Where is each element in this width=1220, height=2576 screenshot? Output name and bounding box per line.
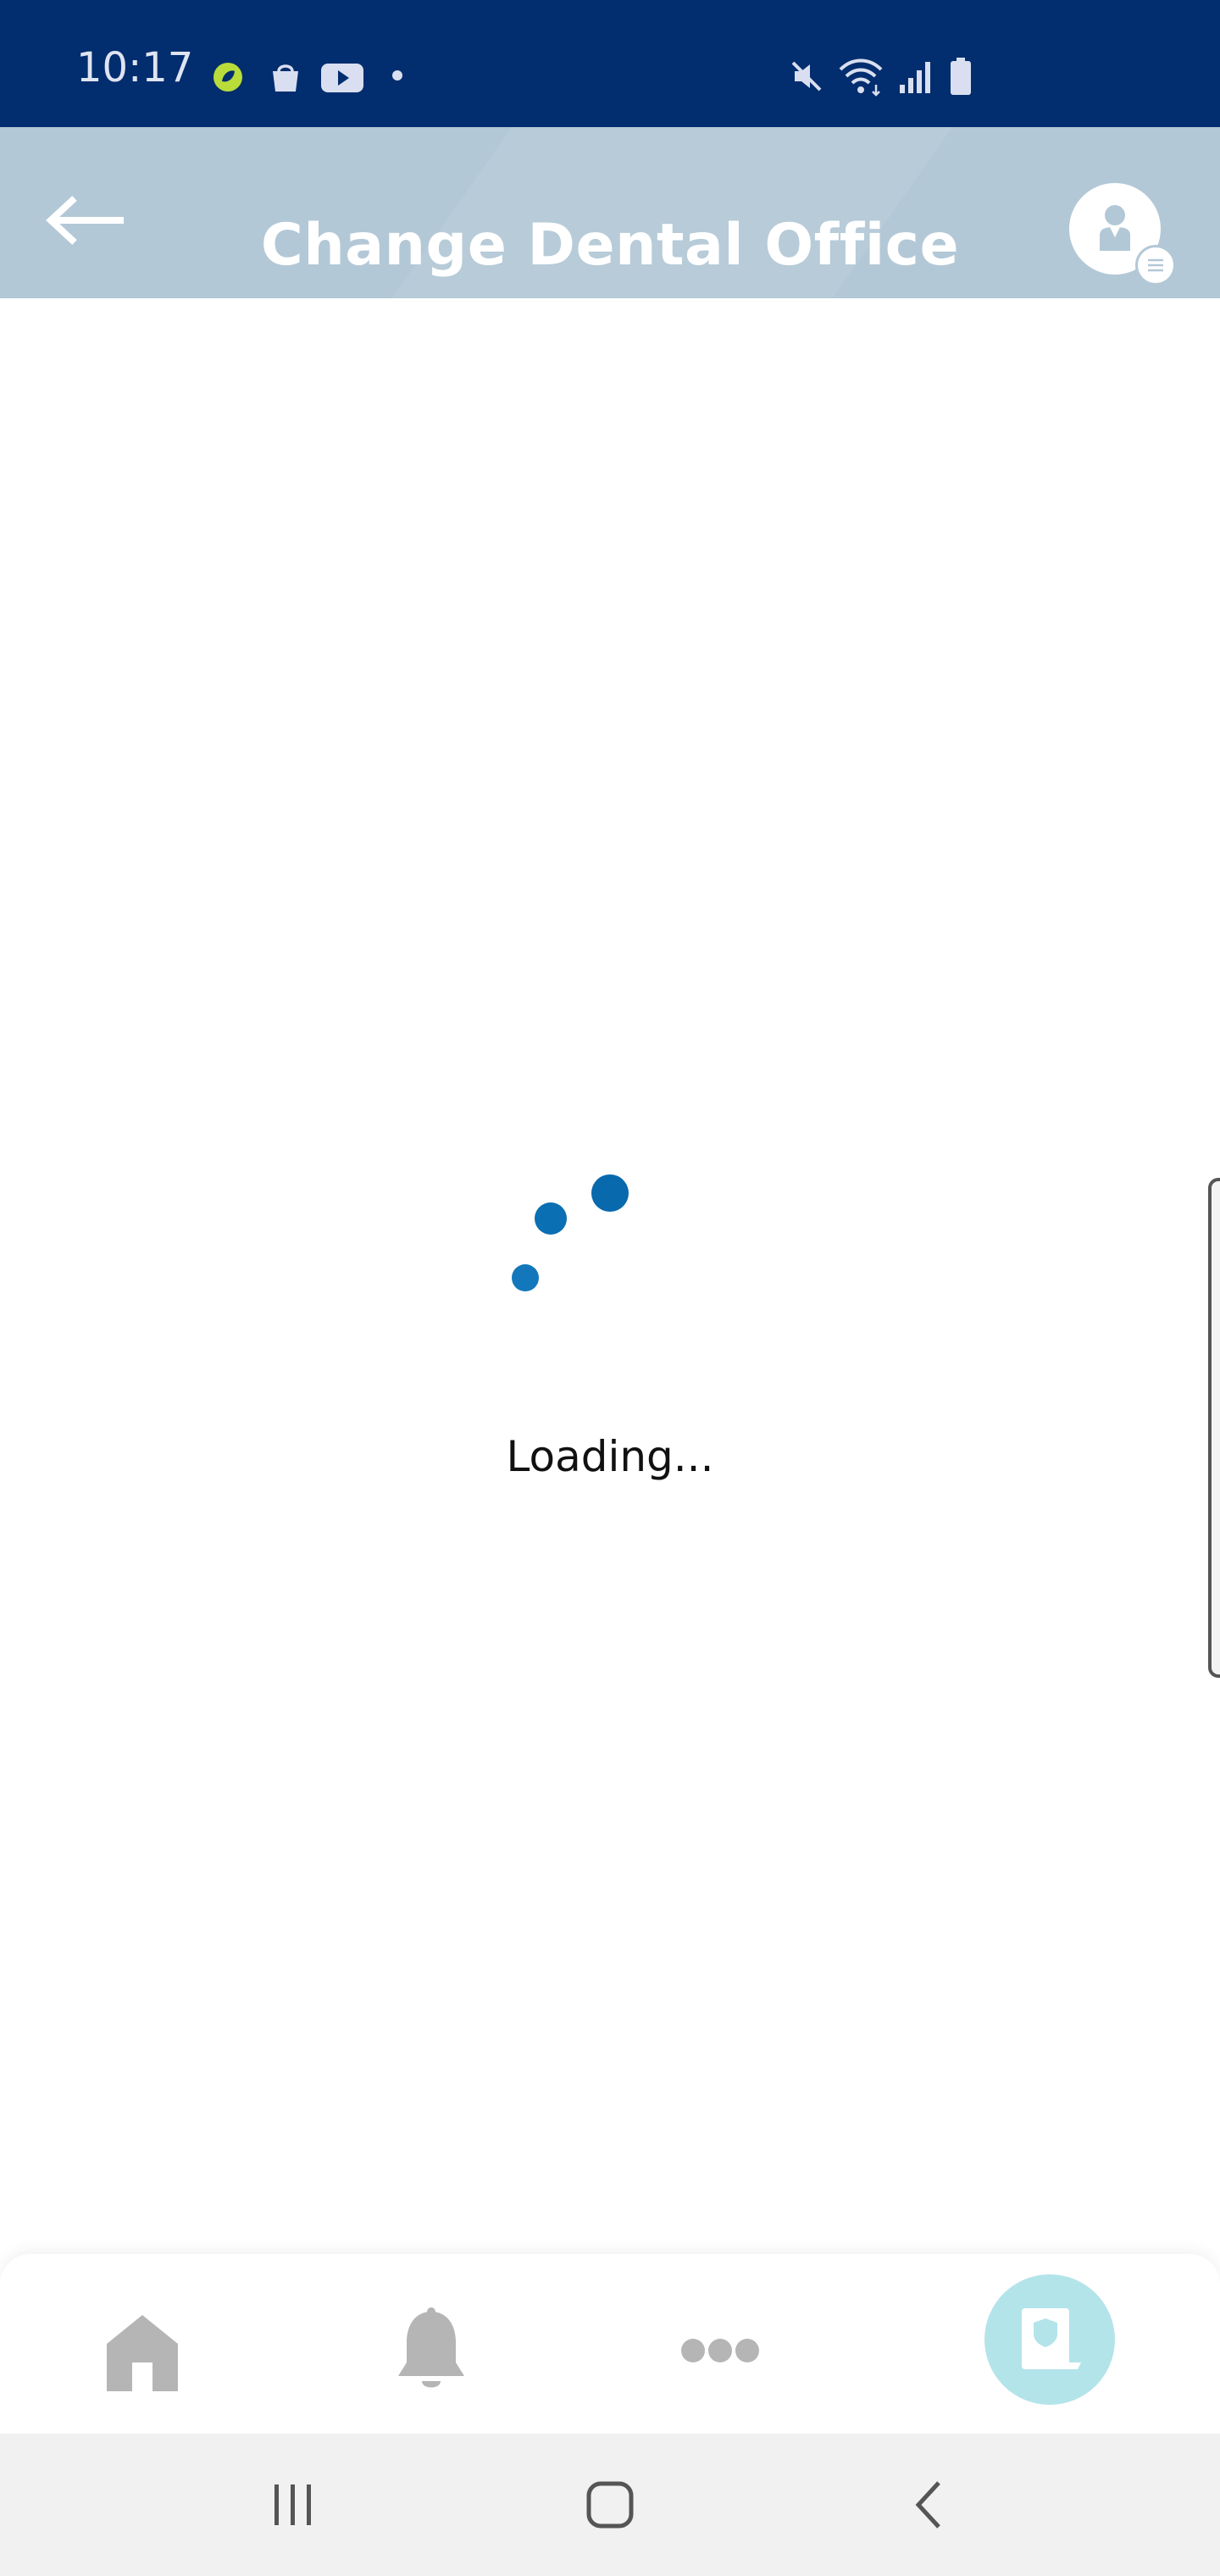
system-nav-bar	[0, 2434, 1220, 2576]
back-chevron-icon	[915, 2481, 940, 2529]
status-bar: 10:17	[0, 0, 1220, 127]
signal-icon	[900, 62, 930, 93]
spinner-dot	[535, 1202, 567, 1235]
loading-text: Loading...	[506, 1432, 714, 1481]
wifi-icon	[839, 58, 883, 97]
app-notification-icon	[214, 63, 242, 92]
nav-insurance-card[interactable]	[984, 2274, 1115, 2405]
battery-icon	[951, 58, 971, 95]
nav-more[interactable]	[679, 2335, 761, 2366]
nav-home[interactable]	[100, 2310, 185, 2395]
home-button[interactable]	[585, 2479, 635, 2530]
bottom-nav	[0, 2254, 1220, 2434]
recent-apps-button[interactable]	[269, 2481, 317, 2529]
youtube-icon	[321, 64, 363, 92]
more-horizontal-icon	[681, 2339, 759, 2362]
page-title: Change Dental Office	[260, 212, 960, 279]
recent-apps-icon	[274, 2484, 311, 2525]
spinner-dot	[512, 1264, 539, 1291]
shopping-bag-icon	[273, 64, 298, 92]
home-button-icon	[586, 2481, 634, 2529]
nav-notifications[interactable]	[395, 2307, 468, 2395]
edge-panel-handle[interactable]	[1208, 1178, 1220, 1678]
back-button-system[interactable]	[908, 2479, 951, 2530]
app-header: Change Dental Office	[0, 127, 1220, 298]
mute-icon	[791, 61, 822, 92]
loading-spinner	[512, 1174, 629, 1291]
insurance-card-icon	[1022, 2308, 1081, 2369]
menu-icon	[1148, 258, 1163, 272]
home-icon	[107, 2315, 178, 2391]
avatar-menu-badge[interactable]	[1135, 245, 1176, 286]
spinner-dot	[591, 1174, 629, 1212]
status-time: 10:17	[76, 44, 194, 92]
bell-icon	[398, 2307, 464, 2388]
more-notifications-dot-icon	[392, 70, 402, 80]
